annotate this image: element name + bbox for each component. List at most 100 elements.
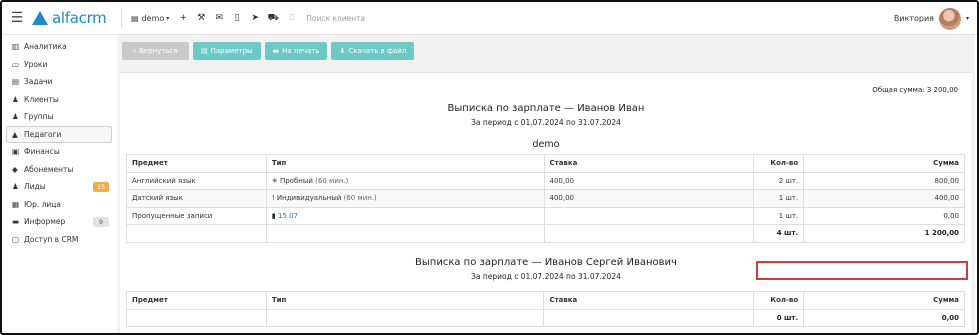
type-icon: ▮ (271, 211, 276, 220)
sidebar-item-1[interactable]: ▭ Уроки (2, 56, 117, 74)
table-header-row: Предмет Тип Ставка Кол-во Сумма (126, 291, 965, 310)
cell-type: ▮ 15.07 (265, 206, 545, 225)
mobile-icon[interactable]: ▯ (228, 2, 246, 35)
branch-heading: demo (532, 139, 560, 150)
user-icon: ♟ (12, 94, 19, 104)
sidebar-item-label: Абонементы (24, 164, 74, 174)
col-rate: Ставка (543, 291, 755, 310)
cell-sum: 400,00 (803, 189, 965, 208)
menu-toggle-icon[interactable]: ☰ (2, 2, 32, 35)
col-sum: Сумма (803, 154, 965, 173)
col-subject: Предмет (126, 154, 267, 173)
app-window: ☰ alfacrm ▤ demo ▾ + ⚒ ✉ ▯ ➤ ⛟ ♫ Поиск к… (0, 0, 979, 335)
cell-subject: Датский язык (126, 189, 267, 208)
salary-report-panel: Общая сумма: 3 200,00 Выписка по зарплат… (120, 72, 972, 333)
table-row: Пропущенные записи ▮ 15.07 1 шт. 0,00 (126, 206, 965, 225)
report-period: За период с 01.07.2024 по 31.07.2024 (471, 118, 621, 127)
sidebar-item-label: Юр. лица (24, 199, 61, 209)
salary-table-2: Предмет Тип Ставка Кол-во Сумма 0 шт. 0,… (126, 291, 965, 327)
user-plus-icon: ♟ (12, 182, 19, 192)
sidebar-item-8[interactable]: ♟ Лиды 15 (2, 178, 117, 196)
overall-total: Общая сумма: 3 200,00 (872, 86, 958, 94)
count-badge: 9 (93, 217, 109, 227)
sidebar-item-label: Уроки (24, 59, 48, 69)
sidebar-item-label: Информер (24, 217, 66, 227)
salary-table: Предмет Тип Ставка Кол-во Сумма Английск… (126, 154, 965, 243)
table-total-row: 4 шт. 1 200,00 (126, 224, 965, 243)
sidebar-item-2[interactable]: ▤ Задачи (2, 73, 117, 91)
col-qty: Кол-во (753, 291, 805, 310)
arrow-left-icon: ‹ (133, 47, 137, 55)
client-search-input[interactable]: Поиск клиента (300, 2, 365, 35)
chart-icon: ▥ (12, 42, 20, 52)
users-icon: ♟ (12, 112, 19, 122)
table-row: Датский язык! Индивидуальный (60 мин.) 40… (126, 189, 965, 208)
sidebar-item-5[interactable]: ▲ Педагоги (6, 125, 112, 143)
sidebar-item-11[interactable]: ▢ Доступ в CRM (2, 231, 117, 249)
total-qty: 4 шт. (753, 224, 805, 243)
plus-icon[interactable]: + (174, 2, 192, 35)
sidebar-item-4[interactable]: ♟ Группы (2, 108, 117, 126)
col-qty: Кол-во (753, 154, 805, 173)
sidebar-item-label: Педагоги (24, 129, 62, 139)
main-content: ‹ Вернуться ▤ Параметры ▬ На печать ⬇ Ск… (117, 35, 975, 333)
logo[interactable]: alfacrm (32, 9, 117, 27)
graduation-cap-icon: ▲ (12, 129, 18, 139)
cell-rate (543, 206, 755, 225)
lock-icon: ▢ (12, 234, 20, 244)
send-icon[interactable]: ➤ (246, 2, 264, 35)
cell-rate: 400,00 (543, 189, 755, 208)
user-menu[interactable]: Виктория ▾ (894, 2, 969, 35)
sidebar-item-3[interactable]: ♟ Клиенты (2, 91, 117, 109)
divider (121, 8, 122, 28)
date-link[interactable]: 15.07 (278, 212, 298, 220)
type-icon: ✳ (271, 176, 278, 185)
logo-mark-icon (32, 11, 48, 25)
download-icon: ⬇ (339, 47, 346, 55)
cart-icon[interactable]: ⛟ (264, 2, 282, 35)
sidebar-item-label: Аналитика (24, 42, 67, 52)
sidebar-item-9[interactable]: ▦ Юр. лица (2, 196, 117, 214)
sidebar-item-label: Лиды (24, 182, 46, 192)
report-title: Выписка по зарплате — Иванов Иван (447, 103, 645, 114)
count-badge: 15 (93, 182, 109, 192)
sidebar-item-label: Группы (24, 112, 54, 122)
bell-icon[interactable]: ♫ (282, 2, 300, 35)
type-icon: ! (271, 194, 275, 203)
cell-sum: 0,00 (803, 206, 965, 225)
col-type: Тип (265, 291, 545, 310)
calendar-icon: ▭ (12, 59, 20, 69)
col-rate: Ставка (543, 154, 755, 173)
cell-qty: 2 шт. (753, 171, 805, 190)
total-sum: 1 200,00 (803, 224, 965, 243)
cell-subject: Пропущенные записи (126, 206, 267, 225)
download-button[interactable]: ⬇ Скачать в файл (331, 42, 415, 60)
briefcase-icon: ▬ (12, 217, 20, 227)
wrench-icon[interactable]: ⚒ (192, 2, 210, 35)
print-button[interactable]: ▬ На печать (264, 42, 328, 60)
cell-qty: 1 шт. (753, 206, 805, 225)
sidebar-item-10[interactable]: ▬ Информер 9 (2, 213, 117, 231)
cell-qty: 1 шт. (753, 189, 805, 208)
caret-down-icon: ▾ (965, 15, 969, 22)
logo-text: alfacrm (52, 9, 107, 27)
sidebar: ▥ Аналитика ▭ Уроки ▤ Задачи ♟ Клиенты ♟ Группы ▲ П… (2, 35, 117, 333)
sidebar-item-6[interactable]: ▣ Финансы (2, 143, 117, 161)
back-button[interactable]: ‹ Вернуться (122, 42, 189, 60)
cell-sum: 800,00 (803, 171, 965, 190)
action-toolbar: ‹ Вернуться ▤ Параметры ▬ На печать ⬇ Ск… (122, 42, 415, 60)
table-row: Английский язык ✳ Пробный (60 мин.) 400,00… (126, 171, 965, 190)
printer-icon: ▬ (272, 47, 280, 55)
sidebar-item-0[interactable]: ▥ Аналитика (2, 38, 117, 56)
branch-selector[interactable]: ▤ demo ▾ (126, 2, 174, 35)
sidebar-item-label: Финансы (24, 147, 60, 157)
sidebar-item-7[interactable]: ◆ Абонементы (2, 161, 117, 179)
sliders-icon: ▤ (201, 47, 208, 55)
col-sum: Сумма (803, 291, 965, 310)
envelope-icon[interactable]: ✉ (210, 2, 228, 35)
cell-type: ! Индивидуальный (60 мин.) (265, 189, 545, 208)
avatar (938, 7, 961, 30)
sidebar-item-label: Клиенты (24, 94, 59, 104)
parameters-button[interactable]: ▤ Параметры (193, 42, 261, 60)
sidebar-item-label: Задачи (24, 77, 53, 87)
